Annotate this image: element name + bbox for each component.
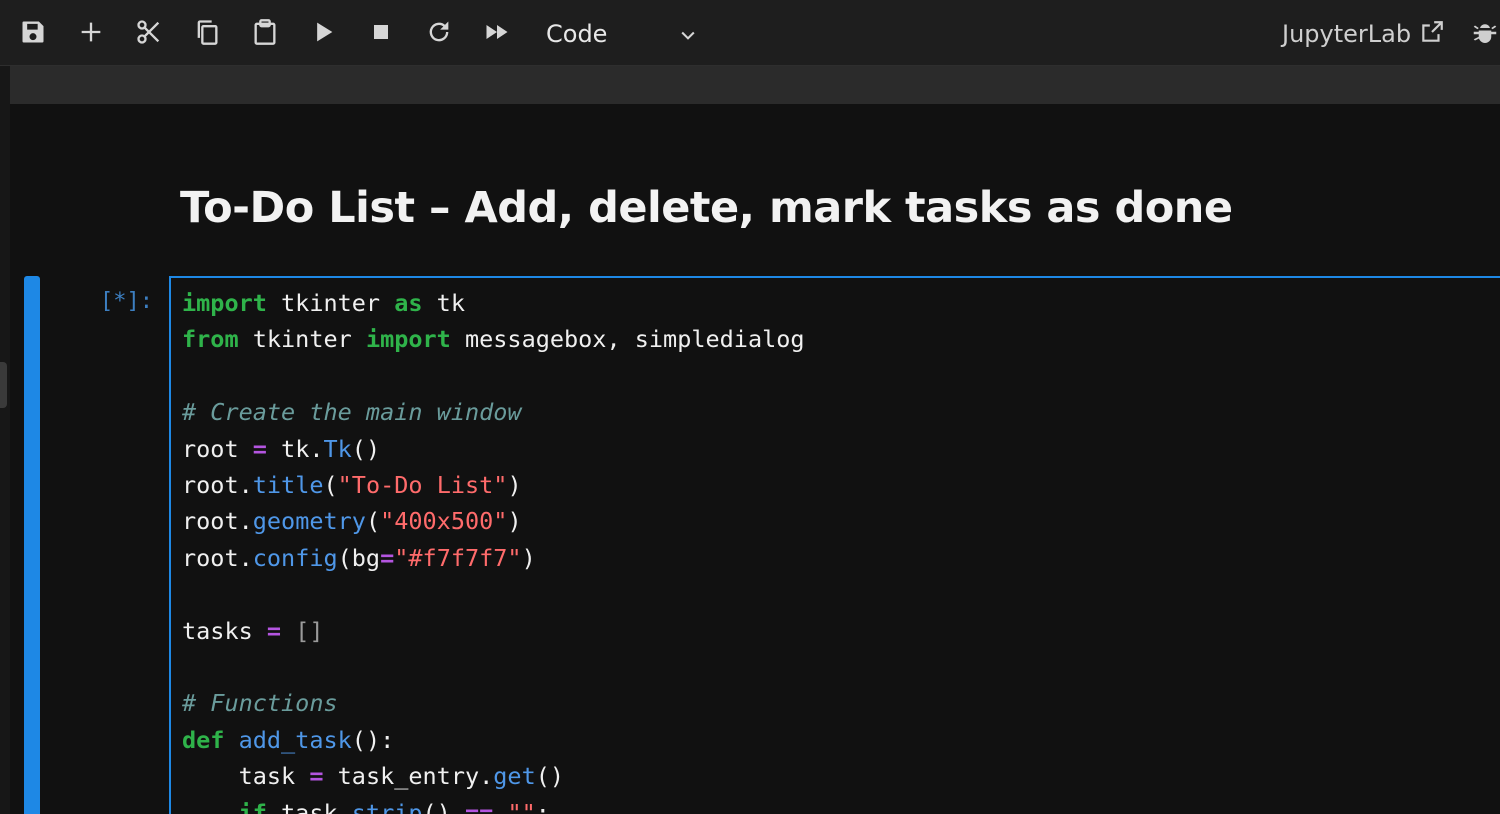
execution-prompt: [*]: (100, 289, 153, 314)
code-token: : (535, 798, 550, 814)
paste-icon[interactable] (250, 17, 280, 47)
left-panel-edge (0, 66, 10, 814)
code-line: task = task_entry.get() (182, 758, 805, 794)
code-token: = (252, 434, 267, 463)
code-token: = (309, 762, 324, 791)
code-token: root. (182, 543, 253, 572)
code-token: tasks (182, 616, 267, 645)
code-token: root. (182, 471, 253, 500)
code-token: [] (295, 616, 324, 645)
code-token: "To-Do List" (337, 471, 508, 500)
code-token: as (394, 289, 423, 317)
copy-icon[interactable] (192, 17, 222, 47)
code-token: from (182, 325, 239, 354)
code-token: ) (521, 543, 536, 572)
sidebar-resize-handle[interactable] (0, 362, 7, 408)
code-token: title (252, 471, 324, 500)
restart-icon[interactable] (424, 17, 454, 47)
code-line: import tkinter as tk (182, 285, 805, 321)
code-token: = (380, 543, 395, 572)
code-token: ( (365, 507, 381, 536)
code-token: strip (351, 798, 423, 814)
code-token: (): (351, 725, 395, 754)
fast-forward-icon[interactable] (482, 17, 512, 47)
code-token: get (493, 762, 536, 791)
scissors-icon[interactable] (134, 17, 164, 47)
code-token: task (182, 762, 310, 791)
run-icon[interactable] (308, 17, 338, 47)
code-token: import (365, 325, 451, 354)
code-token: tk. (266, 434, 324, 463)
code-token: root (182, 434, 253, 463)
cell-collapser[interactable] (24, 276, 40, 814)
code-token: () (535, 762, 565, 791)
code-token: (bg (337, 543, 381, 572)
code-line: root.config(bg="#f7f7f7") (182, 540, 805, 576)
external-link-icon (1422, 21, 1443, 42)
code-token: "" (507, 798, 536, 814)
stop-icon[interactable] (366, 17, 396, 47)
open-jupyterlab-link[interactable]: JupyterLab (1282, 17, 1445, 51)
code-token: ) (507, 471, 522, 500)
code-line: def add_task(): (182, 722, 805, 758)
code-line: tasks = [] (182, 613, 805, 649)
save-icon[interactable] (18, 17, 48, 47)
code-token: = (266, 616, 282, 645)
code-token: import (182, 289, 267, 317)
code-line: root = tk.Tk() (182, 431, 805, 467)
code-token: "#f7f7f7" (394, 543, 522, 572)
code-token: geometry (252, 507, 366, 536)
code-cell-editor[interactable]: import tkinter as tk from tkinter import … (169, 276, 1500, 814)
code-token: "400x500" (380, 507, 508, 536)
cell-type-select[interactable]: Code (546, 17, 706, 51)
code-token: ) (507, 507, 522, 536)
code-line: root.title("To-Do List") (182, 467, 805, 503)
code-token: # Functions (182, 689, 338, 718)
code-line: if task.strip() == "": (182, 795, 805, 814)
code-token: def (182, 725, 225, 754)
chevron-down-icon (681, 31, 695, 40)
code-token: tk (422, 289, 465, 317)
code-content: import tkinter as tk from tkinter import … (182, 285, 805, 814)
code-token: tkinter (266, 289, 395, 317)
code-token: ( (323, 471, 338, 500)
code-token: () (351, 434, 381, 463)
code-line: root.geometry("400x500") (182, 503, 805, 539)
jupyterlab-label: JupyterLab (1282, 20, 1412, 48)
code-token: root. (182, 507, 253, 536)
code-token: () (422, 798, 465, 814)
notebook-toolbar: Code JupyterLab (0, 0, 1500, 66)
code-token: tkinter (238, 325, 366, 354)
code-line: from tkinter import messagebox, simpledi… (182, 321, 805, 357)
secondary-toolbar (10, 66, 1500, 104)
code-token: if (238, 798, 267, 814)
cell-type-label: Code (546, 20, 608, 48)
code-token: Tk (323, 434, 352, 463)
debugger-icon[interactable] (1470, 18, 1500, 48)
code-line: # Create the main window (182, 394, 805, 430)
code-token: add_task (238, 725, 352, 754)
code-line: # Functions (182, 685, 805, 721)
code-token: config (252, 543, 338, 572)
code-token: # Create the main window (182, 398, 522, 427)
code-token: task. (266, 798, 352, 814)
plus-icon[interactable] (76, 17, 106, 47)
code-token: == (464, 798, 494, 814)
code-token: task_entry. (323, 762, 494, 791)
markdown-heading: To-Do List – Add, delete, mark tasks as … (180, 183, 1233, 233)
code-token: messagebox, simpledialog (450, 325, 805, 354)
